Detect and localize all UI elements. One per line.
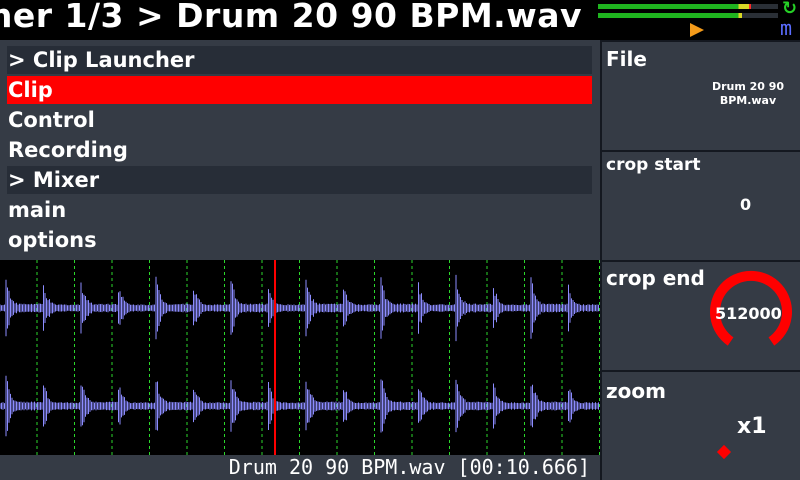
zoom-diamond-icon (716, 444, 732, 460)
file-panel[interactable]: File Drum 20 90 BPM.wav (600, 40, 800, 150)
level-meter-left (598, 4, 778, 9)
crop-end-title: crop end (606, 266, 705, 290)
mode-indicator: m (780, 16, 793, 40)
crop-end-panel[interactable]: crop end 512000 (600, 260, 800, 370)
header-bar: Clip Launcher 1/3 > Drum 20 90 BPM.wav (0, 0, 600, 40)
zoom-value: x1 (737, 414, 767, 439)
menu-item-clip[interactable]: Clip (7, 76, 592, 104)
zoom-panel[interactable]: zoom x1 (600, 370, 800, 480)
crop-start-panel[interactable]: crop start 0 (600, 150, 800, 260)
crop-end-value: 512000 (715, 304, 782, 323)
file-name-line2: BPM.wav (719, 94, 777, 107)
crop-start-value: 0 (740, 195, 752, 214)
crop-start-title: crop start (606, 155, 701, 175)
menu-item-control[interactable]: Control (7, 106, 592, 134)
menu-item-mixer[interactable]: > Mixer (7, 166, 592, 194)
file-panel-title: File (606, 47, 647, 71)
waveform-svg (0, 260, 600, 455)
waveform-display[interactable] (0, 260, 600, 455)
menu-list: > Clip Launcher Clip Control Recording >… (0, 40, 600, 260)
menu-item-clip-launcher[interactable]: > Clip Launcher (7, 46, 592, 74)
level-meter-right (598, 13, 778, 18)
menu-item-options[interactable]: options (7, 226, 592, 254)
page-title: Clip Launcher 1/3 > Drum 20 90 BPM.wav (0, 0, 582, 35)
file-status-text: Drum 20 90 BPM.wav [00:10.666] (228, 455, 590, 479)
level-meter-left-fill (598, 4, 751, 9)
menu-item-main[interactable]: main (7, 196, 592, 224)
file-name-line1: Drum 20 90 (711, 80, 785, 93)
status-bar: Drum 20 90 BPM.wav [00:10.666] (0, 455, 600, 480)
zoom-title: zoom (606, 379, 666, 403)
beat-markers (36, 260, 600, 455)
menu-item-recording[interactable]: Recording (7, 136, 592, 164)
file-name-value: Drum 20 90 BPM.wav (698, 80, 798, 108)
level-meter-right-fill (598, 13, 742, 18)
play-triangle-icon[interactable] (690, 23, 704, 37)
